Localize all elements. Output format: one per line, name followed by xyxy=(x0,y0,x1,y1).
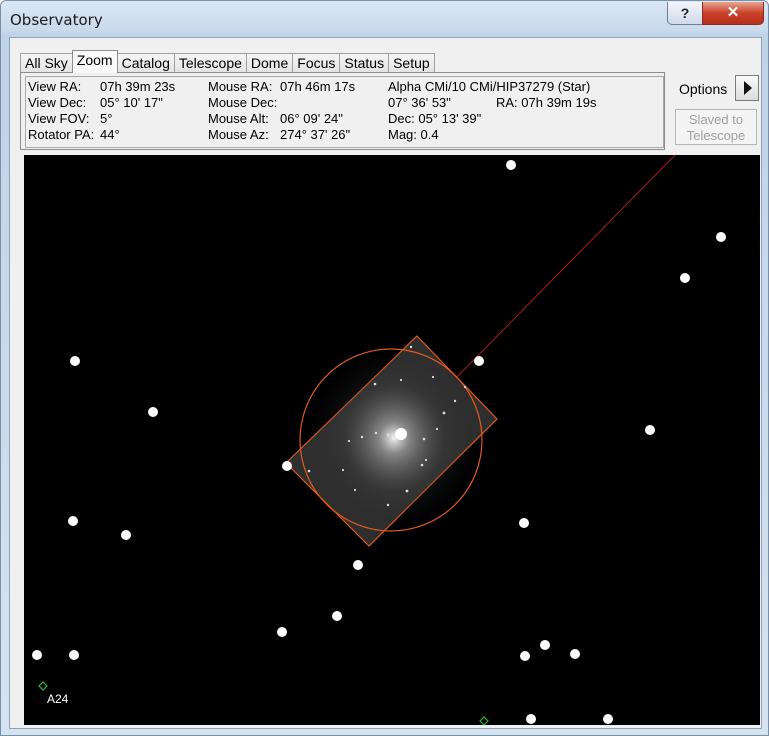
window-title: Observatory xyxy=(10,11,103,29)
sky-star[interactable] xyxy=(526,714,536,724)
marker-diamond[interactable] xyxy=(38,681,48,691)
view-fov-value: 5° xyxy=(100,111,113,126)
sky-star[interactable] xyxy=(282,461,292,471)
mouse-alt-value: 06° 09' 24" xyxy=(280,111,343,126)
sky-overlay xyxy=(38,155,676,725)
tab-catalog[interactable]: Catalog xyxy=(116,53,175,73)
mouse-dec-label: Mouse Dec: xyxy=(208,95,278,110)
view-dec-value: 05° 10' 17" xyxy=(100,95,163,110)
object-coord-line: 07° 36' 53" xyxy=(388,95,451,110)
info-panel: View RA: 07h 39m 23s View Dec: 05° 10' 1… xyxy=(25,76,664,148)
bright-star-alpha-cmi[interactable] xyxy=(395,428,407,440)
tab-status[interactable]: Status xyxy=(339,53,390,73)
object-dec: Dec: 05° 13' 39" xyxy=(388,111,482,126)
sky-star[interactable] xyxy=(680,273,690,283)
sky-star[interactable] xyxy=(645,425,655,435)
slaved-label-line1: Slaved to xyxy=(688,112,744,127)
marker-diamond[interactable] xyxy=(479,716,489,725)
mouse-ra-label: Mouse RA: xyxy=(208,79,273,94)
mouse-az-value: 274° 37' 26" xyxy=(280,127,351,142)
tab-focus[interactable]: Focus xyxy=(292,53,341,73)
mouse-alt-label: Mouse Alt: xyxy=(208,111,269,126)
sky-star[interactable] xyxy=(520,651,530,661)
tab-zoom[interactable]: Zoom xyxy=(71,50,118,73)
object-ra: RA: 07h 39m 19s xyxy=(496,95,597,110)
tab-setup[interactable]: Setup xyxy=(388,53,435,73)
sky-star[interactable] xyxy=(474,356,484,366)
slaved-to-telescope-button[interactable]: Slaved to Telescope xyxy=(675,109,757,145)
tab-all-sky[interactable]: All Sky xyxy=(20,53,73,73)
view-dec-label: View Dec: xyxy=(28,95,87,110)
sky-star[interactable] xyxy=(69,650,79,660)
view-fov-label: View FOV: xyxy=(28,111,90,126)
tab-telescope[interactable]: Telescope xyxy=(173,53,247,73)
marker-label: A24 xyxy=(47,692,69,706)
sky-star[interactable] xyxy=(540,640,550,650)
object-name: Alpha CMi/10 CMi/HIP37279 (Star) xyxy=(388,79,591,94)
options-arrow-button[interactable] xyxy=(735,75,759,101)
sky-star[interactable] xyxy=(332,611,342,621)
slaved-label-line2: Telescope xyxy=(686,128,746,143)
object-mag: Mag: 0.4 xyxy=(388,127,439,142)
sky-star[interactable] xyxy=(121,530,131,540)
mouse-az-label: Mouse Az: xyxy=(208,127,269,142)
view-ra-label: View RA: xyxy=(28,79,82,94)
title-bar[interactable]: Observatory ? ✕ xyxy=(1,1,768,37)
rotator-pa-value: 44° xyxy=(100,127,120,142)
options-label: Options xyxy=(679,81,728,97)
observatory-window: Observatory ? ✕ All Sky Zoom Catalog Tel… xyxy=(0,0,769,736)
star-glow xyxy=(309,348,479,528)
sky-star[interactable] xyxy=(570,649,580,659)
sky-star[interactable] xyxy=(148,407,158,417)
mouse-ra-value: 07h 46m 17s xyxy=(280,79,356,94)
tab-dome[interactable]: Dome xyxy=(245,53,294,73)
sky-star[interactable] xyxy=(353,560,363,570)
sky-star[interactable] xyxy=(603,714,613,724)
sky-star[interactable] xyxy=(506,160,516,170)
close-button[interactable]: ✕ xyxy=(702,2,764,25)
sky-star[interactable] xyxy=(32,650,42,660)
sky-view[interactable]: A24 xyxy=(24,155,760,725)
zoom-tab-panel: View RA: 07h 39m 23s View Dec: 05° 10' 1… xyxy=(20,72,665,150)
rotator-pa-label: Rotator PA: xyxy=(28,127,95,142)
client-area: All Sky Zoom Catalog Telescope Dome Focu… xyxy=(9,37,762,729)
sky-star[interactable] xyxy=(519,518,529,528)
tab-strip: All Sky Zoom Catalog Telescope Dome Focu… xyxy=(20,50,435,73)
sky-star[interactable] xyxy=(716,232,726,242)
sky-star[interactable] xyxy=(68,516,78,526)
sky-star[interactable] xyxy=(277,627,287,637)
help-button[interactable]: ? xyxy=(667,2,703,25)
view-ra-value: 07h 39m 23s xyxy=(100,79,176,94)
sky-star[interactable] xyxy=(70,356,80,366)
